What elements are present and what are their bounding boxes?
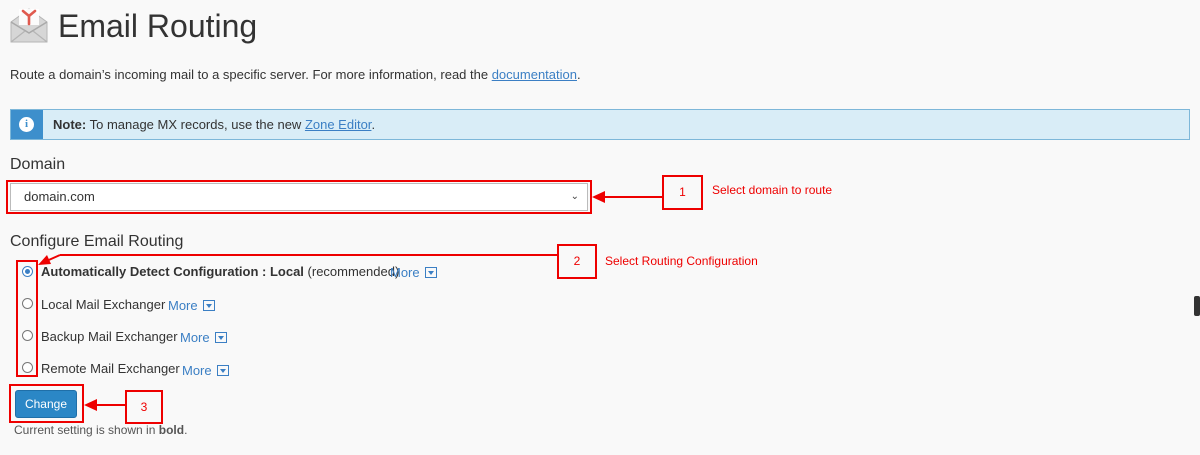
annotation-step-1: 1 xyxy=(662,175,703,210)
annotation-step-1-text: Select domain to route xyxy=(712,183,833,197)
annotation-step-2: 2 xyxy=(557,244,597,279)
annotation-step-3: 3 xyxy=(125,390,163,424)
annotation-step-2-text: Select Routing Configuration xyxy=(605,254,758,268)
annotation-arrows xyxy=(38,191,663,411)
edge-widget xyxy=(1194,296,1200,316)
